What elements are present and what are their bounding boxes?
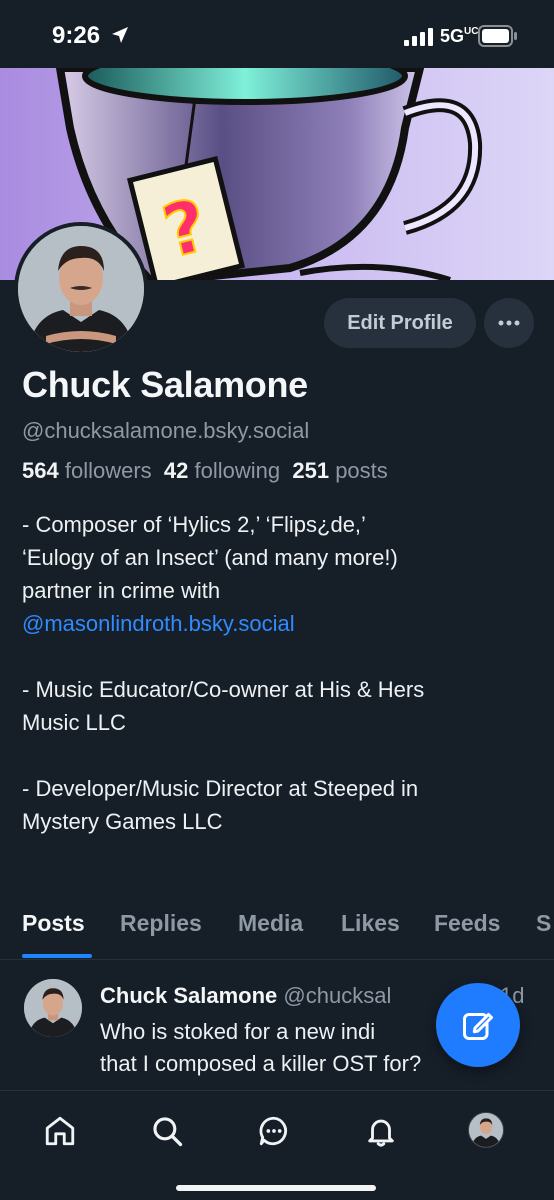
nav-profile-avatar[interactable] [468, 1112, 504, 1148]
bio-line: ‘Eulogy of an Insect’ (and many more!) [22, 545, 398, 570]
search-icon [153, 1117, 183, 1147]
display-name: Chuck Salamone [22, 364, 308, 405]
bio-line: - Composer of ‘Hylics 2,’ ‘Flips¿de,’ [22, 512, 366, 537]
active-tab-indicator [22, 954, 92, 958]
profile-bio: - Composer of ‘Hylics 2,’ ‘Flips¿de,’ ‘E… [22, 508, 532, 838]
bio-line: Music LLC [22, 710, 126, 735]
status-time: 9:26 [52, 22, 101, 49]
compose-icon [463, 1013, 493, 1040]
profile-stats: 564 followers 42 following 251 posts [22, 458, 388, 484]
chat-icon [259, 1116, 287, 1146]
compose-post-button[interactable] [436, 983, 520, 1067]
bio-mention-link[interactable]: @masonlindroth.bsky.social [22, 611, 295, 636]
home-icon [45, 1116, 75, 1146]
following-link[interactable]: 42 following [164, 458, 280, 483]
ellipsis-icon [498, 320, 520, 326]
nav-notifications[interactable] [361, 1111, 401, 1151]
signal-icon [404, 28, 433, 46]
bio-line: Mystery Games LLC [22, 809, 223, 834]
avatar-image [469, 1113, 503, 1147]
bio-line: - Developer/Music Director at Steeped in [22, 776, 419, 801]
tab-posts[interactable]: Posts [22, 910, 85, 937]
tab-media[interactable]: Media [238, 910, 303, 937]
tab-feeds[interactable]: Feeds [434, 910, 500, 937]
avatar-image [18, 226, 144, 352]
nav-search[interactable] [147, 1111, 187, 1151]
avatar-image [24, 979, 82, 1037]
status-bar: 9:26 5GUC [0, 0, 554, 68]
tab-replies[interactable]: Replies [120, 910, 202, 937]
post-header: Chuck Salamone @chucksal [100, 983, 391, 1009]
home-indicator [176, 1185, 376, 1191]
profile-handle: @chucksalamone.bsky.social [22, 418, 310, 443]
more-options-button[interactable] [484, 298, 534, 348]
tab-more[interactable]: S [536, 910, 551, 937]
location-arrow-icon [112, 27, 128, 43]
post-author-name[interactable]: Chuck Salamone [100, 983, 277, 1008]
bell-icon [368, 1119, 394, 1147]
profile-avatar[interactable] [14, 222, 148, 356]
posts-count: 251 posts [292, 458, 388, 483]
bottom-navigation [0, 1090, 554, 1200]
edit-profile-button[interactable]: Edit Profile [324, 298, 476, 348]
followers-link[interactable]: 564 followers [22, 458, 152, 483]
bio-line: - Music Educator/Co-owner at His & Hers [22, 677, 425, 702]
tab-likes[interactable]: Likes [341, 910, 400, 937]
battery-icon [478, 25, 517, 47]
profile-tabs: Posts Replies Media Likes Feeds S [0, 900, 554, 960]
nav-chat[interactable] [254, 1111, 294, 1151]
bio-line: partner in crime with [22, 578, 221, 603]
network-label: 5GUC [440, 26, 479, 46]
post-author-handle: @chucksal [283, 983, 392, 1008]
post-author-avatar[interactable] [24, 979, 82, 1037]
nav-home[interactable] [40, 1111, 80, 1151]
